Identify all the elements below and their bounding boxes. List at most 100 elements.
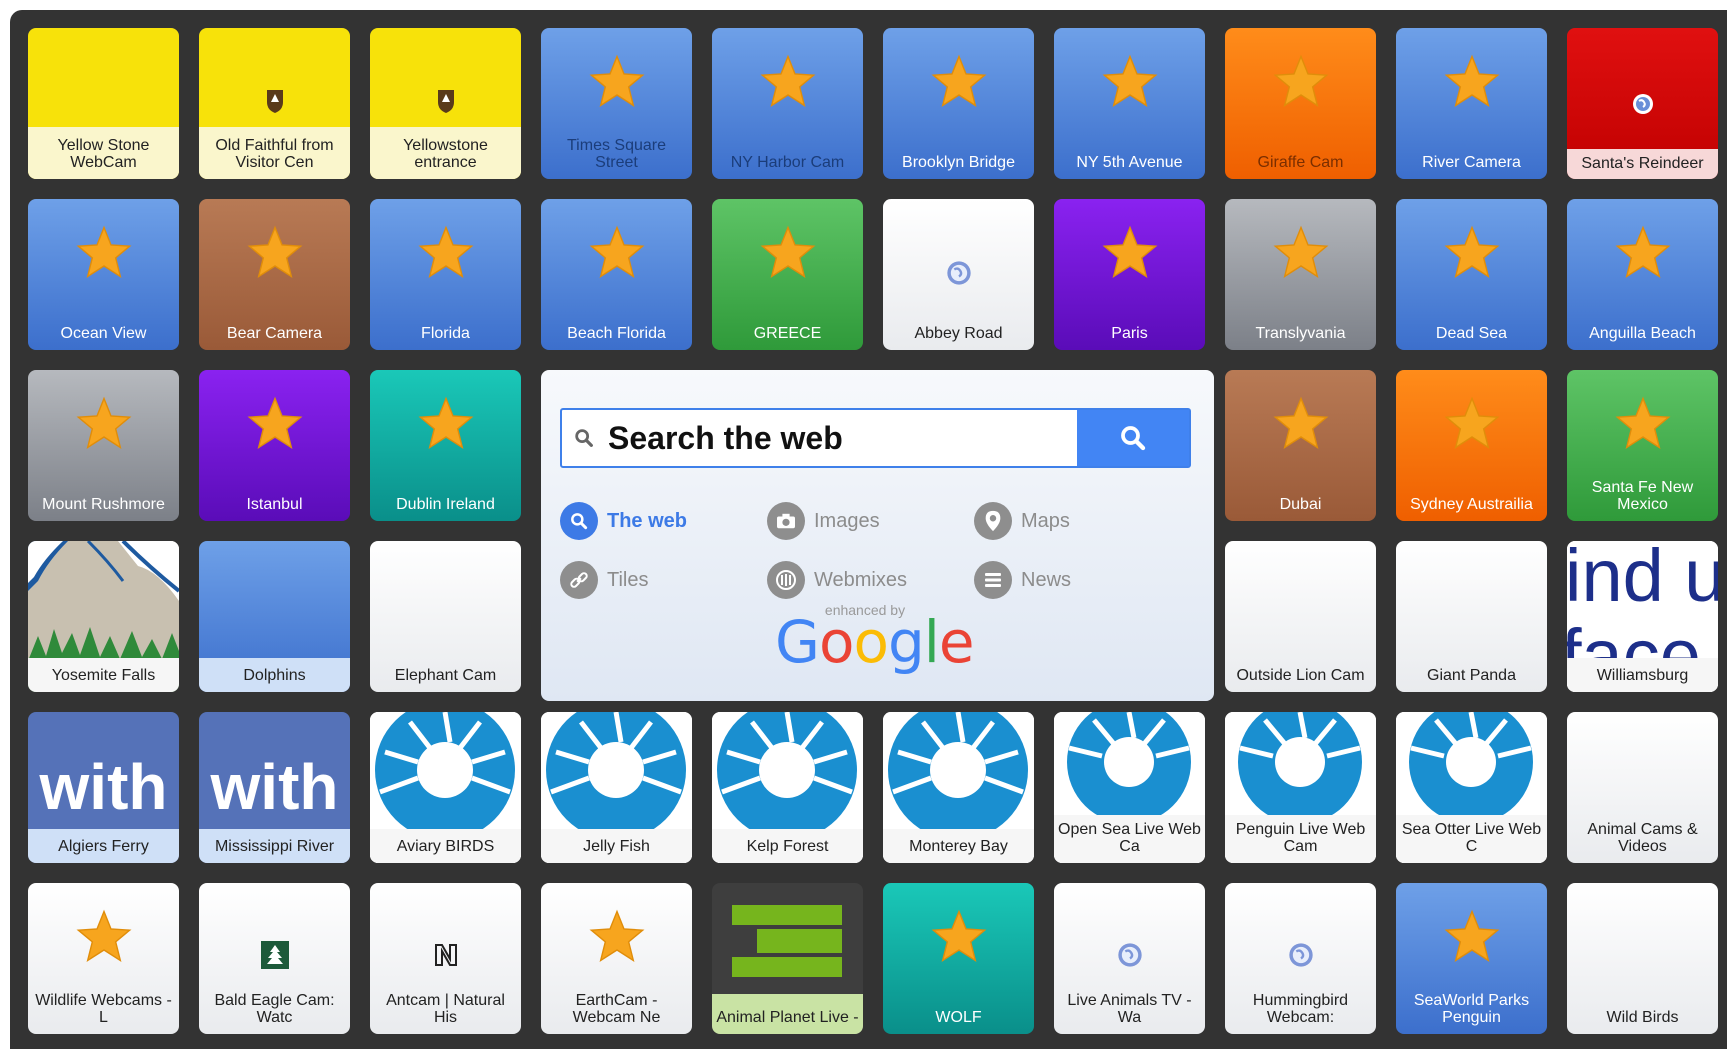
thumbnail-text: with: [210, 751, 339, 823]
tile-giant-panda[interactable]: Giant Panda: [1396, 541, 1547, 692]
tile-open-sea[interactable]: Open Sea Live Web Ca: [1054, 712, 1205, 863]
search-input[interactable]: [606, 418, 1070, 458]
tile-dublin-ireland[interactable]: Dublin Ireland: [370, 370, 521, 521]
tile-animal-planet[interactable]: Animal Planet Live -: [712, 883, 863, 1034]
tile-yosemite-falls[interactable]: Yosemite Falls: [28, 541, 179, 692]
search-option-maps[interactable]: Maps: [974, 502, 1070, 540]
search-option-news[interactable]: News: [974, 561, 1071, 599]
tile-label: Sydney Austrailia: [1410, 496, 1533, 513]
tile-wolf[interactable]: WOLF: [883, 883, 1034, 1034]
tile-label: Florida: [421, 325, 470, 342]
star-icon: [1567, 396, 1718, 450]
tile-label: Times Square Street: [567, 137, 666, 171]
star-icon: [1225, 225, 1376, 279]
tile-translyvania[interactable]: Translyvania: [1225, 199, 1376, 350]
thumbnail-text: with: [39, 751, 168, 823]
search-option-tiles[interactable]: Tiles: [560, 561, 648, 599]
tile-label: Bald Eagle Cam: Watc: [214, 992, 335, 1026]
search-option-images[interactable]: Images: [767, 502, 880, 540]
star-icon: [199, 396, 350, 450]
tile-outside-lion-cam[interactable]: Outside Lion Cam: [1225, 541, 1376, 692]
tile-mississippi-river[interactable]: with Mississippi River: [199, 712, 350, 863]
tile-label: Santa Fe New Mexico: [1591, 479, 1694, 513]
tile-ny-5th-avenue[interactable]: NY 5th Avenue: [1054, 28, 1205, 179]
map-pin-icon: [974, 502, 1012, 540]
tile-istanbul[interactable]: Istanbul: [199, 370, 350, 521]
tile-label: Outside Lion Cam: [1236, 667, 1365, 684]
tile-times-square[interactable]: Times Square Street: [541, 28, 692, 179]
star-icon: [541, 54, 692, 108]
tile-brooklyn-bridge[interactable]: Brooklyn Bridge: [883, 28, 1034, 179]
tile-williamsburg[interactable]: ind u face Williamsburg: [1567, 541, 1718, 692]
search-panel: The web Images Maps Tiles Webmixes News …: [541, 370, 1214, 701]
tile-ny-harbor[interactable]: NY Harbor Cam: [712, 28, 863, 179]
tile-animal-cams[interactable]: Animal Cams & Videos: [1567, 712, 1718, 863]
star-icon: [370, 396, 521, 450]
tile-santa-fe[interactable]: Santa Fe New Mexico: [1567, 370, 1718, 521]
tile-label: Jelly Fish: [541, 829, 692, 863]
tile-mount-rushmore[interactable]: Mount Rushmore: [28, 370, 179, 521]
tile-label: Aviary BIRDS: [370, 829, 521, 863]
tile-label: NY 5th Avenue: [1076, 154, 1183, 171]
tile-label: Bear Camera: [226, 325, 323, 342]
tile-label: Sea Otter Live Web C: [1396, 815, 1547, 863]
star-icon: [370, 225, 521, 279]
tile-yellow-stone-webcam[interactable]: Yellow Stone WebCam: [28, 28, 179, 179]
star-icon: [1054, 225, 1205, 279]
tile-paris[interactable]: Paris: [1054, 199, 1205, 350]
tile-live-animals-tv[interactable]: Live Animals TV - Wa: [1054, 883, 1205, 1034]
tile-ocean-view[interactable]: Ocean View: [28, 199, 179, 350]
tile-sydney-austrailia[interactable]: Sydney Austrailia: [1396, 370, 1547, 521]
tile-dolphins[interactable]: Dolphins: [199, 541, 350, 692]
tile-bald-eagle[interactable]: Bald Eagle Cam: Watc: [199, 883, 350, 1034]
tile-florida[interactable]: Florida: [370, 199, 521, 350]
tile-dubai[interactable]: Dubai: [1225, 370, 1376, 521]
tile-label: Giant Panda: [1427, 667, 1516, 684]
camera-icon: [767, 502, 805, 540]
tile-river-camera[interactable]: River Camera: [1396, 28, 1547, 179]
search-option-webmixes[interactable]: Webmixes: [767, 561, 907, 599]
tile-penguin-live[interactable]: Penguin Live Web Cam: [1225, 712, 1376, 863]
tile-santas-reindeer[interactable]: Santa's Reindeer: [1567, 28, 1718, 179]
search-option-the-web[interactable]: The web: [560, 502, 687, 540]
search-button[interactable]: [1077, 410, 1189, 466]
tile-jelly-fish[interactable]: Jelly Fish: [541, 712, 692, 863]
tile-label: Translyvania: [1255, 325, 1346, 342]
tile-kelp-forest[interactable]: Kelp Forest: [712, 712, 863, 863]
tile-label: Ocean View: [60, 325, 147, 342]
park-badge-icon: [199, 88, 350, 114]
tile-label: Abbey Road: [914, 325, 1003, 342]
tile-dead-sea[interactable]: Dead Sea: [1396, 199, 1547, 350]
tile-wildlife-webcams[interactable]: Wildlife Webcams - L: [28, 883, 179, 1034]
tile-label: Yellowstone entrance: [370, 127, 521, 179]
star-icon: [1567, 225, 1718, 279]
option-label: Webmixes: [814, 568, 907, 591]
tile-antcam[interactable]: Antcam | Natural His: [370, 883, 521, 1034]
tile-anguilla-beach[interactable]: Anguilla Beach: [1567, 199, 1718, 350]
tile-old-faithful[interactable]: Old Faithful from Visitor Cen: [199, 28, 350, 179]
tile-yellowstone-entrance[interactable]: Yellowstone entrance: [370, 28, 521, 179]
tile-seaworld-penguin[interactable]: SeaWorld Parks Penguin: [1396, 883, 1547, 1034]
tile-greece[interactable]: GREECE: [712, 199, 863, 350]
search-icon: [562, 427, 606, 449]
tile-wild-birds[interactable]: Wild Birds: [1567, 883, 1718, 1034]
option-label: The web: [607, 509, 688, 532]
tile-label: Animal Cams & Videos: [1587, 821, 1698, 855]
tile-label: Istanbul: [246, 496, 303, 513]
tile-beach-florida[interactable]: Beach Florida: [541, 199, 692, 350]
tile-sea-otter[interactable]: Sea Otter Live Web C: [1396, 712, 1547, 863]
tile-hummingbird[interactable]: Hummingbird Webcam:: [1225, 883, 1376, 1034]
tile-earthcam[interactable]: EarthCam - Webcam Ne: [541, 883, 692, 1034]
tile-algiers-ferry[interactable]: with Algiers Ferry: [28, 712, 179, 863]
tile-label: Anguilla Beach: [1589, 325, 1696, 342]
tile-label: Mississippi River: [199, 829, 350, 863]
tile-aviary-birds[interactable]: Aviary BIRDS: [370, 712, 521, 863]
tile-giraffe-cam[interactable]: Giraffe Cam: [1225, 28, 1376, 179]
tile-abbey-road[interactable]: Abbey Road: [883, 199, 1034, 350]
tile-elephant-cam[interactable]: Elephant Cam: [370, 541, 521, 692]
tile-bear-camera[interactable]: Bear Camera: [199, 199, 350, 350]
tile-monterey-bay[interactable]: Monterey Bay: [883, 712, 1034, 863]
option-label: News: [1021, 568, 1072, 591]
star-icon: [28, 396, 179, 450]
tile-label: Beach Florida: [567, 325, 666, 342]
